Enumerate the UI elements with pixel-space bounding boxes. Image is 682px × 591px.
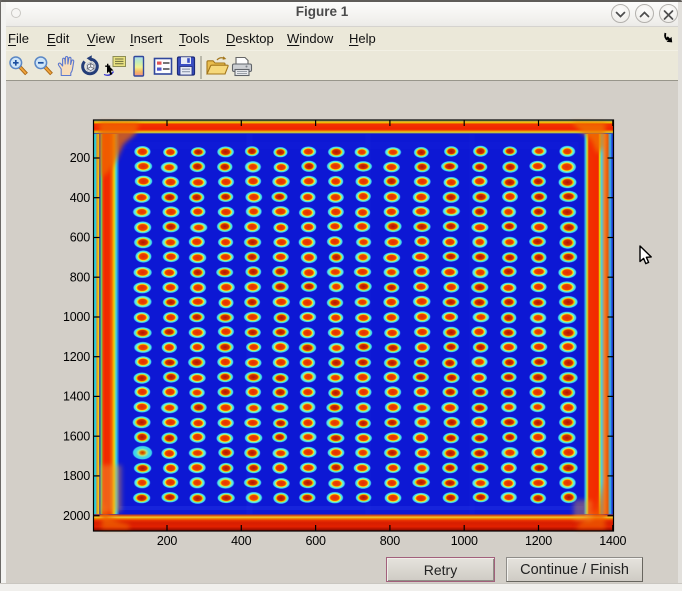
svg-text:1400: 1400 (599, 534, 626, 548)
svg-text:200: 200 (70, 151, 91, 165)
svg-text:600: 600 (305, 534, 326, 548)
svg-text:1200: 1200 (525, 534, 552, 548)
svg-text:1600: 1600 (63, 429, 90, 443)
svg-text:800: 800 (70, 270, 91, 284)
svg-text:800: 800 (380, 534, 401, 548)
svg-text:1400: 1400 (63, 390, 90, 404)
svg-text:1000: 1000 (451, 534, 478, 548)
svg-text:1800: 1800 (63, 469, 90, 483)
svg-text:400: 400 (70, 191, 91, 205)
svg-text:2000: 2000 (63, 509, 90, 523)
svg-text:600: 600 (70, 231, 91, 245)
svg-text:400: 400 (231, 534, 252, 548)
svg-text:1000: 1000 (63, 310, 90, 324)
svg-text:200: 200 (157, 534, 178, 548)
svg-text:1200: 1200 (63, 350, 90, 364)
